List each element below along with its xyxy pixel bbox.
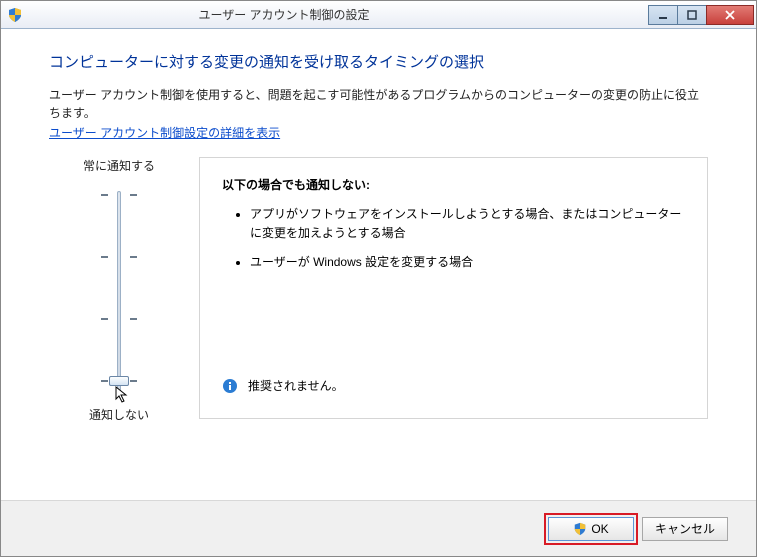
minimize-button[interactable] [648,5,678,25]
page-description: ユーザー アカウント制御を使用すると、問題を起こす可能性があるプログラムからのコ… [49,86,708,122]
ok-button[interactable]: OK [548,517,634,541]
slider-column: 常に通知する [49,157,189,423]
panel-bullet: アプリがソフトウェアをインストールしようとする場合、またはコンピューターに変更を… [250,205,685,243]
window-title: ユーザー アカウント制御の設定 [0,6,649,23]
recommendation-text: 推奨されません。 [248,377,344,394]
slider-top-label: 常に通知する [83,157,155,174]
slider-tick [101,256,108,258]
body-row: 常に通知する [49,157,708,423]
uac-settings-window: ユーザー アカウント制御の設定 コンピューターに対する変更の通知を受け取るタイミ… [0,0,757,557]
close-button[interactable] [706,5,754,25]
slider-thumb[interactable] [109,376,129,386]
level-description-panel: 以下の場合でも通知しない: アプリがソフトウェアをインストールしようとする場合、… [199,157,708,419]
panel-bullet-list: アプリがソフトウェアをインストールしようとする場合、またはコンピューターに変更を… [222,205,685,273]
slider-tick [101,318,108,320]
content-area: コンピューターに対する変更の通知を受け取るタイミングの選択 ユーザー アカウント… [1,29,756,500]
panel-title: 以下の場合でも通知しない: [222,176,685,193]
slider-tick [130,256,137,258]
slider-tick [130,380,137,382]
slider-track [117,191,121,391]
notification-level-slider[interactable] [84,186,154,396]
ok-button-label: OK [591,522,608,536]
slider-tick [101,194,108,196]
recommendation-row: 推奨されません。 [222,377,344,394]
footer-button-bar: OK キャンセル [1,500,756,556]
titlebar: ユーザー アカウント制御の設定 [1,1,756,29]
help-link[interactable]: ユーザー アカウント制御設定の詳細を表示 [49,124,280,141]
slider-tick [101,380,108,382]
window-buttons [649,5,754,25]
slider-tick [130,318,137,320]
panel-bullet: ユーザーが Windows 設定を変更する場合 [250,253,685,272]
page-heading: コンピューターに対する変更の通知を受け取るタイミングの選択 [49,51,708,72]
maximize-button[interactable] [677,5,707,25]
cancel-button[interactable]: キャンセル [642,517,728,541]
info-icon [222,378,238,394]
slider-bottom-label: 通知しない [89,406,149,423]
slider-tick [130,194,137,196]
shield-icon [573,522,587,536]
cancel-button-label: キャンセル [655,520,715,537]
